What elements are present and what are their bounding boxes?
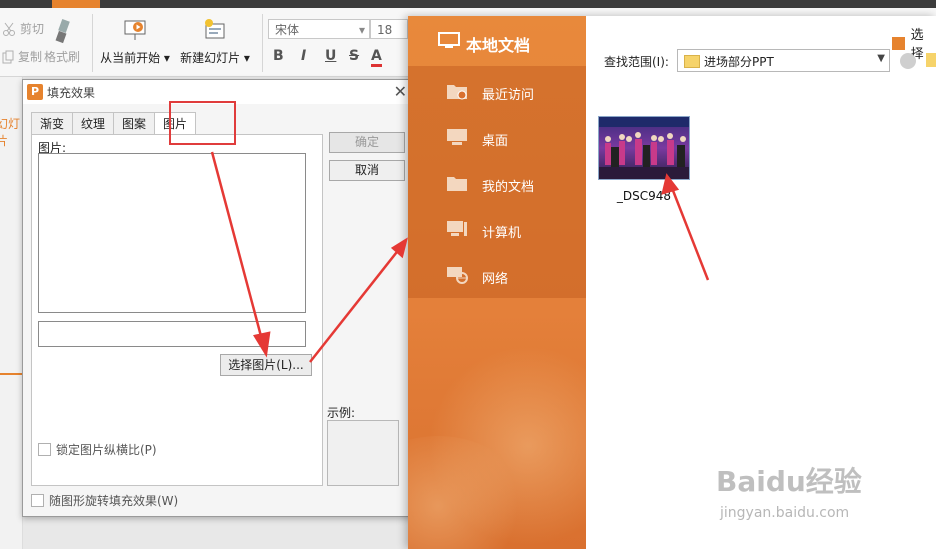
sidebar-item-my-documents[interactable]: 我的文档	[408, 160, 586, 206]
dialog-title: 填充效果	[47, 86, 96, 100]
copy-button[interactable]: 复制	[2, 48, 42, 65]
sidebar-item-label: 网络	[482, 272, 509, 287]
font-name-select[interactable]: 宋体 ▾	[268, 19, 370, 39]
cut-button[interactable]: 剪切	[2, 20, 44, 37]
ok-button[interactable]: 确定	[329, 132, 405, 153]
copy-icon	[2, 50, 14, 63]
select-picture-button[interactable]: 选择图片(L)...	[220, 354, 312, 376]
scissors-icon	[3, 22, 15, 36]
format-painter-button[interactable]: 格式刷	[44, 48, 80, 65]
look-in-dropdown[interactable]: 进场部分PPT ▼	[677, 49, 890, 72]
font-size-value: 18	[377, 23, 393, 37]
font-color-button[interactable]: A	[371, 48, 382, 67]
up-folder-button[interactable]	[926, 53, 936, 67]
italic-button[interactable]: I	[301, 48, 306, 64]
tab-gradient[interactable]: 渐变	[31, 112, 74, 135]
computer-icon	[447, 221, 467, 236]
tab-pattern[interactable]: 图案	[113, 112, 156, 135]
sidebar-item-label: 计算机	[482, 226, 522, 241]
chevron-down-icon: ▾	[358, 23, 365, 37]
picture-tab-highlight	[169, 101, 236, 145]
sidebar-item-network[interactable]: 网络	[408, 252, 586, 298]
sidebar-title: 本地文档	[466, 36, 531, 55]
file-item[interactable]: _DSC948	[598, 116, 690, 203]
menu-tab-strip	[0, 0, 936, 8]
bold-button[interactable]: B	[273, 48, 284, 64]
brush-icon	[55, 18, 70, 44]
folder-icon	[684, 55, 700, 68]
strikethrough-button[interactable]: S	[349, 48, 359, 64]
lock-aspect-checkbox[interactable]: 锁定图片纵横比(P)	[38, 441, 157, 458]
sidebar-item-computer[interactable]: 计算机	[408, 206, 586, 252]
slide-thumbnail-panel: 幻灯片	[0, 77, 23, 549]
underline-button[interactable]: U	[325, 48, 336, 64]
watermark-url: jingyan.baidu.com	[720, 505, 850, 521]
chevron-down-icon: ▼	[877, 53, 885, 64]
from-current-slide-button[interactable]: 从当前开始 ▾	[98, 18, 172, 66]
close-icon[interactable]: ✕	[394, 82, 407, 101]
slide-thumbnail[interactable]	[0, 137, 22, 375]
checkbox-box[interactable]	[31, 494, 44, 507]
recent-folder-icon	[447, 85, 467, 100]
new-slide-button[interactable]: 新建幻灯片 ▾	[178, 18, 252, 66]
from-current-label: 从当前开始	[100, 51, 161, 65]
cut-label: 剪切	[20, 22, 45, 36]
new-slide-icon	[205, 19, 225, 39]
tab-texture[interactable]: 纹理	[72, 112, 115, 135]
wps-logo-icon	[892, 36, 905, 50]
look-in-value: 进场部分PPT	[704, 55, 774, 69]
rotate-with-shape-checkbox[interactable]: 随图形旋转填充效果(W)	[31, 492, 178, 509]
font-size-select[interactable]: 18	[370, 19, 408, 39]
presentation-play-icon	[124, 20, 146, 40]
picture-tab-panel: 图片: 选择图片(L)... 锁定图片纵横比(P)	[31, 134, 323, 486]
back-button[interactable]	[900, 53, 916, 69]
sidebar-item-label: 我的文档	[482, 180, 535, 195]
divider	[262, 14, 263, 72]
picture-preview-box	[38, 153, 306, 313]
font-name-value: 宋体	[275, 23, 300, 37]
example-preview	[327, 420, 399, 486]
example-label: 示例:	[327, 406, 356, 420]
active-ribbon-tab[interactable]	[52, 0, 100, 8]
cancel-button[interactable]: 取消	[329, 160, 405, 181]
rotate-with-shape-label: 随图形旋转填充效果(W)	[49, 494, 179, 508]
photo-thumbnail[interactable]	[598, 116, 690, 180]
location-menu: 最近访问 桌面 我的文档 计算机 网络	[408, 66, 586, 298]
lock-aspect-label: 锁定图片纵横比(P)	[56, 443, 157, 457]
watermark-brand: Baidu经验	[716, 465, 862, 498]
sidebar-item-desktop[interactable]: 桌面	[408, 114, 586, 160]
sidebar-item-label: 桌面	[482, 134, 509, 149]
look-in-label: 查找范围(I):	[604, 55, 669, 69]
picture-path-field	[38, 321, 306, 347]
divider	[92, 14, 93, 72]
sidebar-header: 本地文档	[408, 16, 586, 66]
monitor-icon	[438, 32, 460, 48]
folder-icon	[447, 177, 467, 191]
desktop-icon	[447, 129, 467, 145]
location-sidebar: 本地文档 最近访问 桌面 我的文档 计算机 网络	[408, 16, 586, 549]
new-slide-label: 新建幻灯片	[180, 51, 241, 65]
network-icon	[447, 267, 468, 284]
sidebar-item-label: 最近访问	[482, 88, 535, 103]
wps-logo-icon: P	[27, 84, 43, 100]
sidebar-item-recent[interactable]: 最近访问	[408, 68, 586, 114]
copy-label: 复制	[18, 50, 43, 64]
checkbox-box[interactable]	[38, 443, 51, 456]
file-name: _DSC948	[616, 189, 672, 203]
format-painter-label: 格式刷	[44, 50, 81, 64]
